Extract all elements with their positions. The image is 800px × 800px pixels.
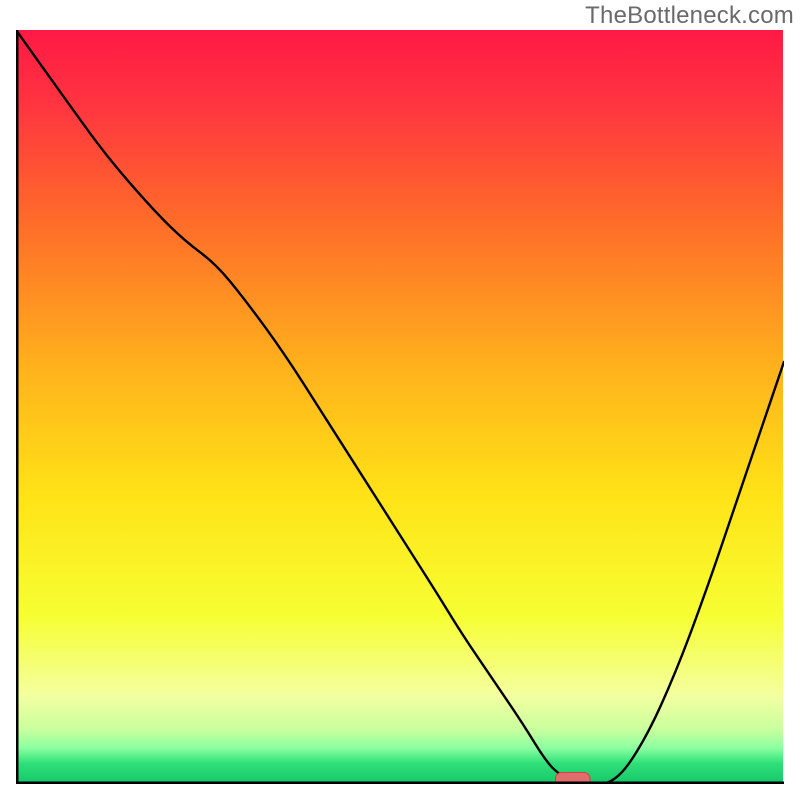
gradient-background [17,30,783,782]
watermark-label: TheBottleneck.com [585,2,794,30]
bottleneck-plot [16,30,784,784]
plot-svg [16,30,784,784]
chart-container: TheBottleneck.com [0,0,800,800]
